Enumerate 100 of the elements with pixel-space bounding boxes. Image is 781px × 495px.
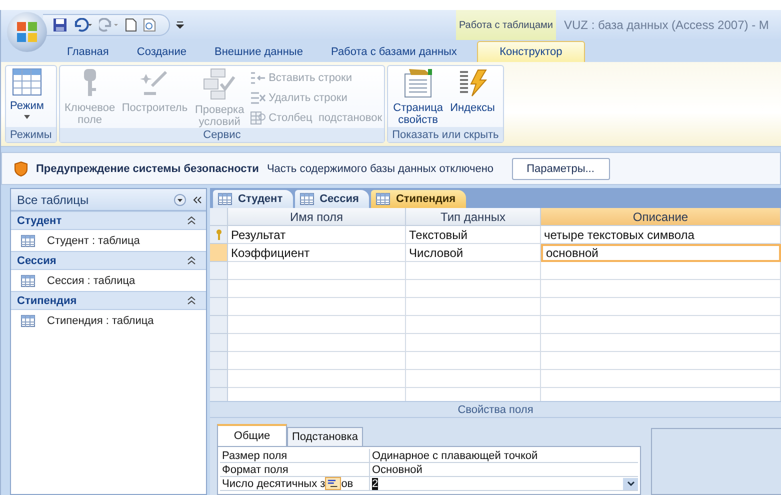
- row-selector[interactable]: [210, 352, 228, 370]
- save-icon[interactable]: [53, 18, 67, 32]
- ribbon-tab[interactable]: Работа с базами данных: [316, 41, 471, 62]
- document-tab[interactable]: Студент: [213, 190, 293, 208]
- chevron-down-icon: [626, 481, 634, 486]
- row-selector[interactable]: [210, 334, 228, 352]
- property-value[interactable]: 2: [372, 478, 378, 490]
- row-selector[interactable]: [210, 370, 228, 388]
- table-cell[interactable]: [406, 352, 541, 370]
- row-selector[interactable]: [210, 244, 228, 262]
- table-icon: [300, 193, 314, 205]
- table-cell[interactable]: [541, 352, 781, 370]
- shield-icon: [14, 160, 28, 176]
- document-tab[interactable]: Стипендия: [370, 190, 466, 208]
- table-icon: [218, 193, 232, 205]
- table-icon: [376, 193, 390, 205]
- table-cell[interactable]: [228, 280, 406, 298]
- table-cell[interactable]: [406, 316, 541, 334]
- table-cell[interactable]: [228, 370, 406, 388]
- property-label: Размер поля: [222, 450, 288, 462]
- table-cell[interactable]: [541, 280, 781, 298]
- insert-rows-icon: [250, 71, 266, 85]
- nav-group-title[interactable]: Студент: [17, 214, 62, 226]
- lookup-column-icon: [250, 111, 266, 125]
- table-cell[interactable]: [406, 334, 541, 352]
- context-tab-group: Работа с таблицами: [456, 10, 556, 40]
- field-properties-title: Свойства поля: [210, 401, 781, 418]
- row-selector[interactable]: [210, 298, 228, 316]
- smart-tag-icon: [325, 477, 342, 490]
- column-header: Имя поля: [228, 208, 406, 226]
- nav-item[interactable]: Стипендия : таблица: [11, 310, 206, 331]
- select-all-corner[interactable]: [210, 208, 228, 226]
- undo-icon[interactable]: [73, 18, 93, 32]
- table-cell[interactable]: [228, 262, 406, 280]
- table-cell[interactable]: [228, 316, 406, 334]
- ribbon-group-title: Режимы: [6, 127, 56, 142]
- nav-group-title[interactable]: Стипендия: [17, 294, 77, 306]
- property-label: ов: [341, 478, 354, 490]
- table-cell[interactable]: [541, 370, 781, 388]
- property-tab[interactable]: Подстановка: [287, 427, 363, 446]
- options-button[interactable]: Параметры...: [512, 158, 610, 180]
- table-cell[interactable]: [228, 352, 406, 370]
- row-selector[interactable]: [210, 316, 228, 334]
- ribbon-tab[interactable]: Создание: [122, 41, 200, 62]
- wand-icon: [140, 68, 170, 98]
- ribbon-tab[interactable]: Конструктор: [476, 41, 585, 62]
- table-icon: [21, 314, 35, 326]
- collapse-pane-icon[interactable]: [192, 194, 202, 204]
- table-icon: [21, 234, 35, 246]
- collapse-icon[interactable]: [187, 216, 196, 225]
- delete-rows-icon: [250, 91, 266, 105]
- column-header: Тип данных: [406, 208, 541, 226]
- table-cell[interactable]: [541, 298, 781, 316]
- table-cell[interactable]: [541, 316, 781, 334]
- new-document-icon[interactable]: [125, 18, 137, 32]
- property-label: Формат поля: [222, 464, 288, 476]
- collapse-icon[interactable]: [187, 296, 196, 305]
- table-cell[interactable]: Текстовый: [406, 226, 541, 244]
- row-selector[interactable]: [210, 388, 228, 401]
- table-cell[interactable]: [541, 262, 781, 280]
- table-cell[interactable]: [228, 334, 406, 352]
- ribbon-tab[interactable]: Внешние данные: [200, 41, 317, 62]
- table-cell[interactable]: [406, 280, 541, 298]
- property-sheet-icon: [403, 68, 434, 98]
- ribbon-button[interactable]: Режим: [8, 68, 46, 119]
- property-tab[interactable]: Общие: [217, 424, 287, 446]
- print-preview-icon[interactable]: [143, 18, 157, 32]
- document-tab[interactable]: Сессия: [294, 190, 369, 208]
- table-icon: [12, 68, 42, 96]
- office-logo-icon: [16, 21, 38, 43]
- table-cell[interactable]: [406, 298, 541, 316]
- property-label: Число десятичных з: [222, 478, 326, 490]
- customize-toolbar-icon[interactable]: [176, 20, 184, 30]
- nav-group-title[interactable]: Сессия: [17, 254, 56, 266]
- dropdown-button[interactable]: [623, 478, 638, 490]
- collapse-icon[interactable]: [187, 256, 196, 265]
- ribbon-button[interactable]: Индексы: [448, 68, 497, 114]
- table-cell[interactable]: основной: [541, 244, 781, 262]
- property-value[interactable]: Одинарное с плавающей точкой: [372, 450, 538, 462]
- table-cell[interactable]: [406, 370, 541, 388]
- table-cell[interactable]: [541, 334, 781, 352]
- column-header: Описание: [541, 208, 781, 226]
- redo-icon[interactable]: [99, 18, 119, 32]
- table-cell[interactable]: четыре текстовых символа: [541, 226, 781, 244]
- security-warning-message: Часть содержимого базы данных отключено: [266, 162, 494, 174]
- ribbon-group-title: Показать или скрыть: [388, 127, 503, 142]
- table-cell[interactable]: Числовой: [406, 244, 541, 262]
- property-value[interactable]: Основной: [372, 464, 422, 476]
- nav-item[interactable]: Сессия : таблица: [11, 270, 206, 291]
- table-cell[interactable]: [406, 262, 541, 280]
- nav-item[interactable]: Студент : таблица: [11, 230, 206, 251]
- ribbon-tab[interactable]: Главная: [53, 41, 123, 62]
- table-cell[interactable]: [228, 298, 406, 316]
- row-selector[interactable]: [210, 262, 228, 280]
- dropdown-icon[interactable]: [174, 194, 186, 206]
- table-cell[interactable]: Коэффициент: [228, 244, 406, 262]
- table-cell[interactable]: Результат: [228, 226, 406, 244]
- row-selector[interactable]: [210, 280, 228, 298]
- ribbon-button[interactable]: Страница свойств: [390, 68, 446, 126]
- row-selector[interactable]: [210, 226, 228, 244]
